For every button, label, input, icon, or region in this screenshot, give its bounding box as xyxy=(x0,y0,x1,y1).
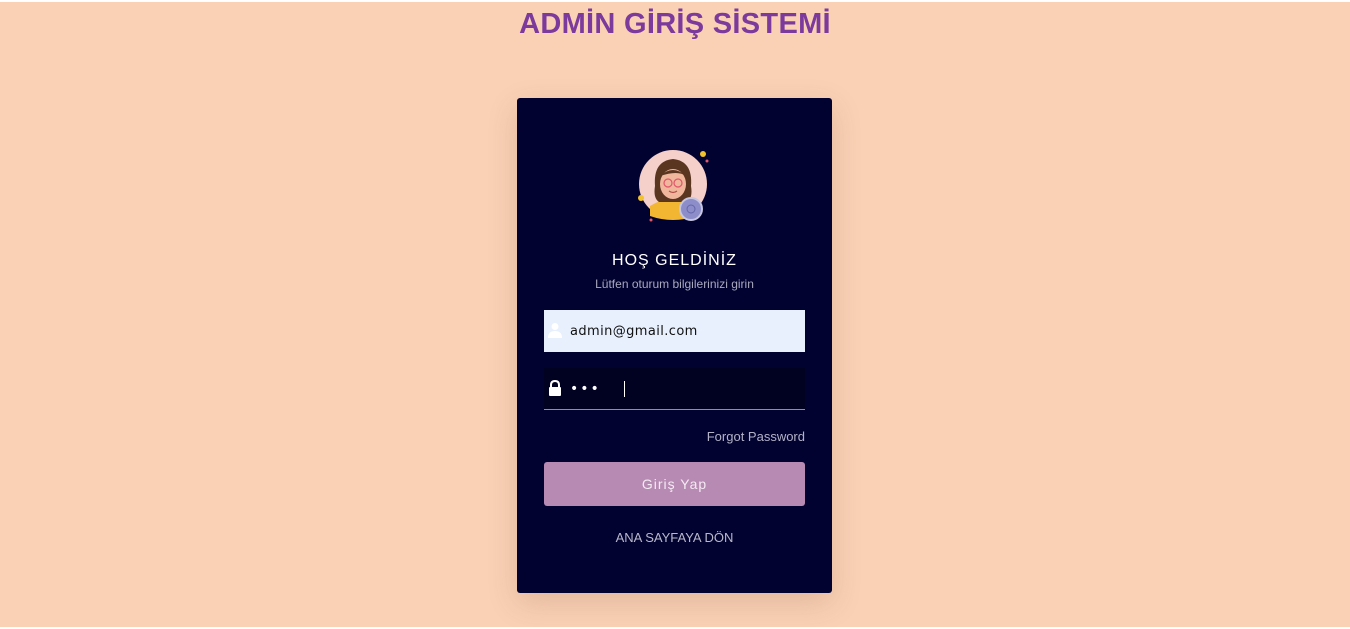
user-icon xyxy=(548,323,562,338)
login-button[interactable]: Giriş Yap xyxy=(544,462,805,506)
lock-icon xyxy=(549,380,561,396)
email-field[interactable] xyxy=(544,310,805,352)
woman-avatar-icon xyxy=(638,150,709,222)
forgot-password-link[interactable]: Forgot Password xyxy=(707,429,805,444)
login-page: ADMİN GİRİŞ SİSTEMİ HOŞ GELDİNİZ Lütfen … xyxy=(0,2,1350,627)
password-field[interactable] xyxy=(544,368,805,410)
login-card: HOŞ GELDİNİZ Lütfen oturum bilgilerinizi… xyxy=(517,98,832,593)
back-to-home-link[interactable]: ANA SAYFAYA DÖN xyxy=(517,530,832,545)
password-input[interactable] xyxy=(570,368,800,410)
text-cursor xyxy=(624,381,625,397)
login-subtitle: Lütfen oturum bilgilerinizi girin xyxy=(595,277,754,291)
welcome-heading: HOŞ GELDİNİZ xyxy=(612,252,737,269)
email-input[interactable] xyxy=(570,310,800,352)
page-title: ADMİN GİRİŞ SİSTEMİ xyxy=(519,8,831,40)
